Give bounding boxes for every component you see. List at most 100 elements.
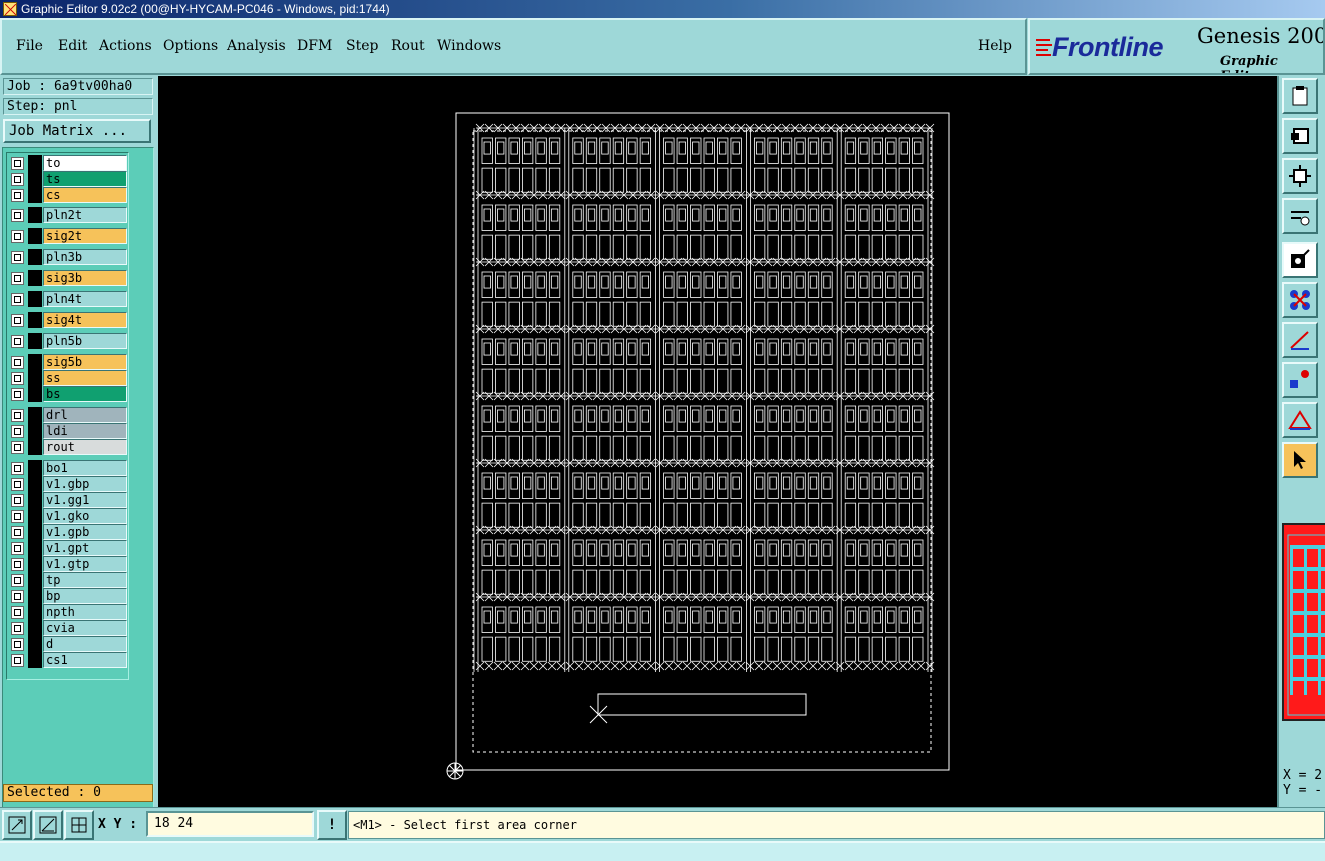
layer-checkbox[interactable] [11, 313, 24, 327]
layer-row-bp[interactable]: bp [7, 588, 128, 604]
layer-row-sig3b[interactable]: sig3b [7, 270, 128, 286]
layer-name[interactable]: rout [43, 439, 127, 455]
layer-name[interactable]: v1.gpt [43, 540, 127, 556]
layer-row-v1-gbp[interactable]: v1.gbp [7, 476, 128, 492]
layer-checkbox[interactable] [11, 424, 24, 438]
layer-checkbox[interactable] [11, 653, 24, 667]
layer-checkbox[interactable] [11, 589, 24, 603]
layer-name[interactable]: bp [43, 588, 127, 604]
layer-row-rout[interactable]: rout [7, 439, 128, 455]
menu-rout[interactable]: Rout [391, 38, 425, 54]
layer-name[interactable]: pln3b [43, 249, 127, 265]
clipboard-icon[interactable] [1282, 78, 1318, 114]
layer-row-d[interactable]: d [7, 636, 128, 652]
layer-row-npth[interactable]: npth [7, 604, 128, 620]
layer-row-ldi[interactable]: ldi [7, 423, 128, 439]
layer-checkbox[interactable] [11, 525, 24, 539]
layer-name[interactable]: v1.gko [43, 508, 127, 524]
layer-name[interactable]: sig5b [43, 354, 127, 370]
layer-name[interactable]: d [43, 636, 127, 652]
layer-checkbox[interactable] [11, 408, 24, 422]
layer-checkbox[interactable] [11, 461, 24, 475]
layer-row-v1-gko[interactable]: v1.gko [7, 508, 128, 524]
drc-icon[interactable] [1282, 402, 1318, 438]
layer-checkbox[interactable] [11, 557, 24, 571]
menu-dfm[interactable]: DFM [297, 38, 332, 54]
measure-snap-icon[interactable] [33, 810, 63, 840]
layer-checkbox[interactable] [11, 334, 24, 348]
layer-name[interactable]: drl [43, 407, 127, 423]
layer-row-to[interactable]: to [7, 155, 128, 171]
layer-row-v1-gg1[interactable]: v1.gg1 [7, 492, 128, 508]
layer-name[interactable]: to [43, 155, 127, 171]
layer-checkbox[interactable] [11, 355, 24, 369]
layer-checkbox[interactable] [11, 156, 24, 170]
layer-name[interactable]: ts [43, 171, 127, 187]
menu-help[interactable]: Help [978, 38, 1012, 54]
feature-icon[interactable] [1282, 362, 1318, 398]
layer-checkbox[interactable] [11, 477, 24, 491]
layer-row-drl[interactable]: drl [7, 407, 128, 423]
layer-checkbox[interactable] [11, 637, 24, 651]
layer-row-sig2t[interactable]: sig2t [7, 228, 128, 244]
window-icon[interactable] [1282, 118, 1318, 154]
layer-row-ts[interactable]: ts [7, 171, 128, 187]
layer-row-pln4t[interactable]: pln4t [7, 291, 128, 307]
layer-checkbox[interactable] [11, 493, 24, 507]
menu-windows[interactable]: Windows [437, 38, 501, 54]
layer-row-cvia[interactable]: cvia [7, 620, 128, 636]
layer-row-ss[interactable]: ss [7, 370, 128, 386]
connect-icon[interactable] [1282, 282, 1318, 318]
layer-row-bo1[interactable]: bo1 [7, 460, 128, 476]
menu-step[interactable]: Step [346, 38, 378, 54]
graphic-canvas[interactable] [158, 76, 1277, 807]
measure-icon[interactable] [1282, 322, 1318, 358]
layer-checkbox[interactable] [11, 605, 24, 619]
layer-checkbox[interactable] [11, 573, 24, 587]
layer-name[interactable]: v1.gbp [43, 476, 127, 492]
menu-analysis[interactable]: Analysis [227, 38, 286, 54]
layer-name[interactable]: pln4t [43, 291, 127, 307]
layer-row-sig5b[interactable]: sig5b [7, 354, 128, 370]
layer-name[interactable]: cvia [43, 620, 127, 636]
layer-checkbox[interactable] [11, 229, 24, 243]
layer-name[interactable]: ldi [43, 423, 127, 439]
layer-row-sig4t[interactable]: sig4t [7, 312, 128, 328]
layer-row-v1-gpt[interactable]: v1.gpt [7, 540, 128, 556]
grid-icon[interactable] [64, 810, 94, 840]
layer-name[interactable]: v1.gtp [43, 556, 127, 572]
xy-input[interactable]: 18 24 [146, 811, 314, 837]
layer-row-tp[interactable]: tp [7, 572, 128, 588]
layer-checkbox[interactable] [11, 172, 24, 186]
layer-row-v1-gpb[interactable]: v1.gpb [7, 524, 128, 540]
snap-icon[interactable] [1282, 242, 1318, 278]
layer-row-v1-gtp[interactable]: v1.gtp [7, 556, 128, 572]
layer-checkbox[interactable] [11, 292, 24, 306]
select-arrow-icon[interactable] [1282, 442, 1318, 478]
menu-actions[interactable]: Actions [99, 38, 152, 54]
layer-checkbox[interactable] [11, 541, 24, 555]
layer-row-cs[interactable]: cs [7, 187, 128, 203]
layer-checkbox[interactable] [11, 509, 24, 523]
settings-pen-icon[interactable] [1282, 198, 1318, 234]
layer-name[interactable]: v1.gg1 [43, 492, 127, 508]
layer-name[interactable]: cs1 [43, 652, 127, 668]
layer-name[interactable]: pln5b [43, 333, 127, 349]
layer-name[interactable]: ss [43, 370, 127, 386]
layer-checkbox[interactable] [11, 371, 24, 385]
panel-drawing[interactable] [158, 76, 1277, 807]
layer-checkbox[interactable] [11, 250, 24, 264]
layer-checkbox[interactable] [11, 621, 24, 635]
layer-name[interactable]: tp [43, 572, 127, 588]
layer-checkbox[interactable] [11, 440, 24, 454]
layer-name[interactable]: bs [43, 386, 127, 402]
layer-row-pln5b[interactable]: pln5b [7, 333, 128, 349]
menu-edit[interactable]: Edit [58, 38, 87, 54]
layer-checkbox[interactable] [11, 188, 24, 202]
layer-name[interactable]: sig3b [43, 270, 127, 286]
layer-checkbox[interactable] [11, 208, 24, 222]
panel-overview-minimap[interactable] [1282, 523, 1325, 721]
zoom-area-icon[interactable] [2, 810, 32, 840]
layer-checkbox[interactable] [11, 387, 24, 401]
layer-name[interactable]: cs [43, 187, 127, 203]
